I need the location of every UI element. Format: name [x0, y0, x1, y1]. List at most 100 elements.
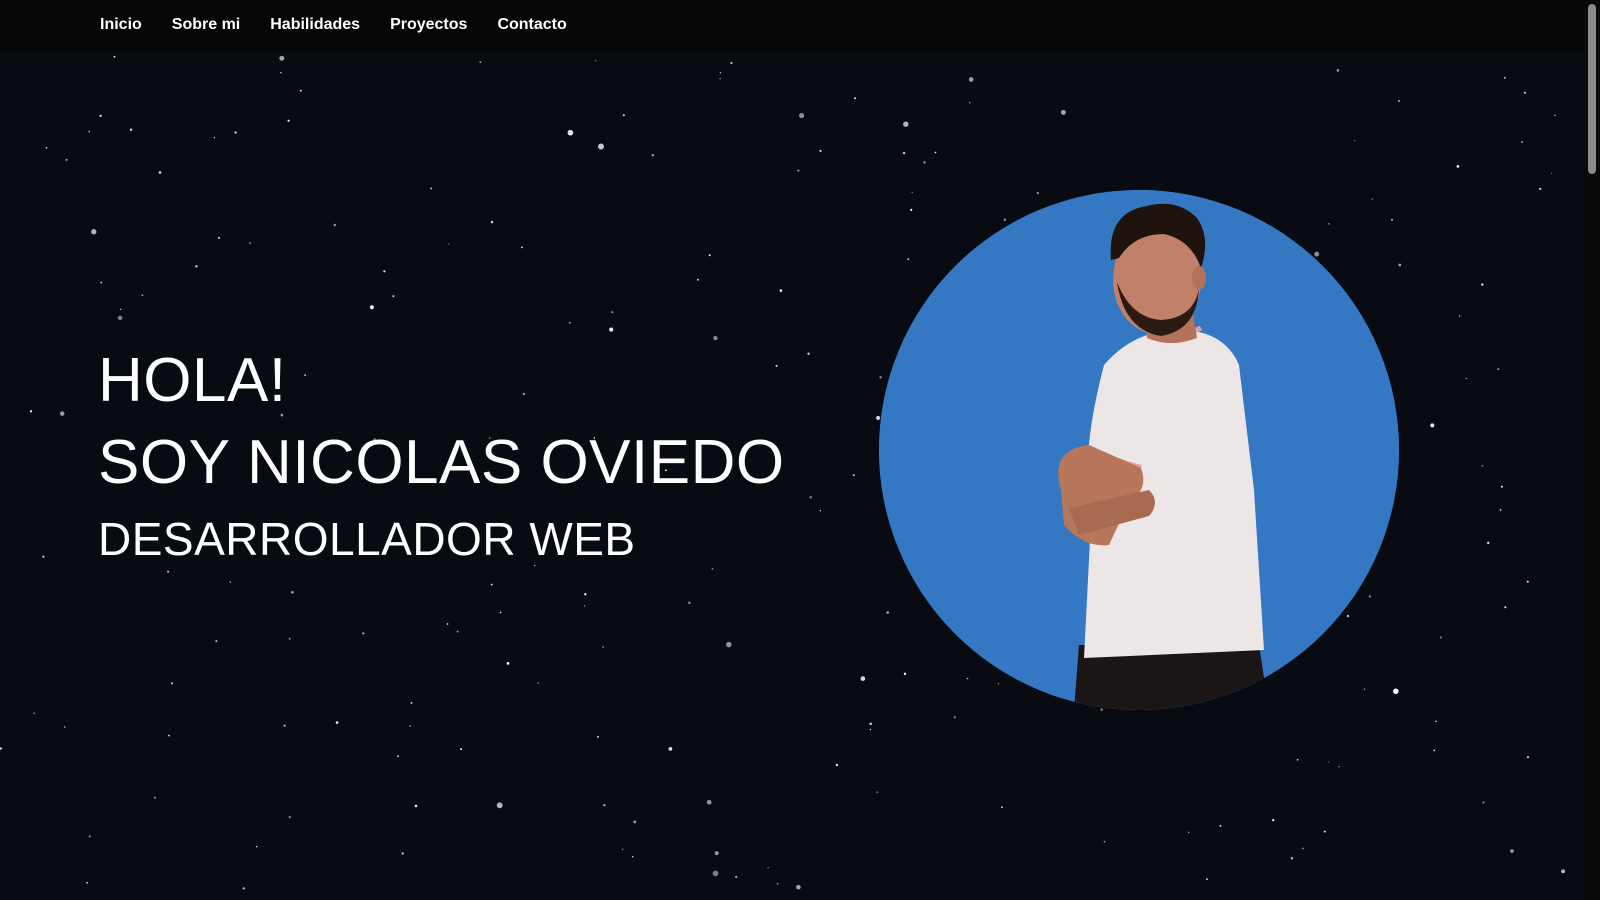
star — [335, 721, 339, 724]
star — [520, 246, 523, 249]
star — [1433, 749, 1436, 752]
star — [1353, 139, 1356, 142]
star — [809, 496, 812, 499]
star — [726, 641, 732, 648]
star — [1363, 688, 1366, 690]
star — [1481, 465, 1483, 467]
star — [195, 265, 198, 268]
star — [869, 728, 872, 731]
star — [799, 113, 805, 119]
star — [153, 796, 156, 799]
star — [59, 411, 65, 416]
star — [712, 870, 719, 877]
star — [430, 187, 432, 190]
star — [280, 72, 282, 74]
profile-photo — [879, 190, 1399, 710]
star — [42, 555, 45, 558]
star — [1328, 223, 1330, 225]
star — [1465, 377, 1468, 380]
star — [119, 308, 122, 310]
star — [730, 61, 733, 65]
star — [409, 725, 411, 727]
star — [819, 510, 822, 512]
star — [1504, 606, 1507, 609]
star — [910, 208, 913, 212]
nav-link-contacto[interactable]: Contacto — [497, 16, 566, 33]
star — [583, 605, 586, 607]
star — [706, 799, 712, 805]
star — [88, 835, 91, 838]
star — [911, 191, 913, 194]
star — [584, 593, 587, 596]
star — [168, 734, 170, 737]
star — [288, 637, 291, 640]
star — [291, 590, 294, 594]
star — [88, 130, 91, 133]
star — [229, 581, 232, 583]
star — [460, 748, 463, 751]
star — [714, 851, 719, 856]
star — [568, 321, 571, 324]
star — [1539, 187, 1542, 191]
star — [490, 220, 494, 224]
star — [91, 229, 97, 235]
star — [410, 701, 413, 704]
star — [1100, 708, 1103, 711]
star — [1500, 485, 1503, 488]
star — [1430, 423, 1435, 428]
nav-link-inicio[interactable]: Inicio — [100, 16, 142, 33]
star — [966, 677, 969, 680]
star — [1323, 830, 1326, 833]
star — [903, 672, 907, 676]
nav-link-sobre-mi[interactable]: Sobre mi — [172, 16, 240, 33]
star — [598, 143, 604, 150]
star — [1302, 847, 1304, 850]
star — [369, 305, 374, 310]
star — [333, 223, 336, 227]
star — [490, 583, 493, 586]
scrollbar-thumb[interactable] — [1588, 4, 1596, 174]
star — [1497, 368, 1500, 371]
star — [279, 55, 285, 61]
person-photo-icon — [879, 190, 1399, 710]
star — [611, 311, 614, 314]
star — [860, 676, 866, 681]
nav-link-habilidades[interactable]: Habilidades — [270, 16, 360, 33]
star — [1314, 251, 1320, 257]
star — [1504, 76, 1506, 79]
star — [779, 289, 783, 292]
star — [1346, 614, 1350, 618]
star — [631, 855, 634, 858]
star — [499, 611, 502, 614]
star — [288, 815, 292, 819]
star — [835, 763, 839, 767]
star — [1554, 114, 1556, 117]
star — [362, 632, 365, 635]
star — [1205, 878, 1208, 881]
star — [249, 242, 251, 244]
page-scrollbar[interactable] — [1584, 0, 1600, 900]
star — [1290, 857, 1294, 860]
star — [65, 158, 68, 161]
star — [86, 881, 88, 884]
star — [287, 119, 290, 122]
star — [1003, 218, 1007, 222]
star — [1272, 818, 1275, 822]
star — [1550, 172, 1553, 174]
star — [215, 640, 218, 643]
star — [886, 611, 889, 614]
star — [807, 352, 810, 355]
star — [29, 410, 33, 413]
star — [99, 114, 102, 117]
star — [0, 747, 2, 750]
star — [1499, 509, 1502, 511]
star — [479, 61, 482, 64]
star — [1398, 263, 1402, 267]
star — [719, 72, 722, 74]
star — [1328, 761, 1330, 763]
star — [45, 146, 48, 149]
nav-link-proyectos[interactable]: Proyectos — [390, 16, 467, 33]
star — [496, 802, 503, 809]
star — [1060, 109, 1066, 115]
star — [213, 137, 216, 139]
